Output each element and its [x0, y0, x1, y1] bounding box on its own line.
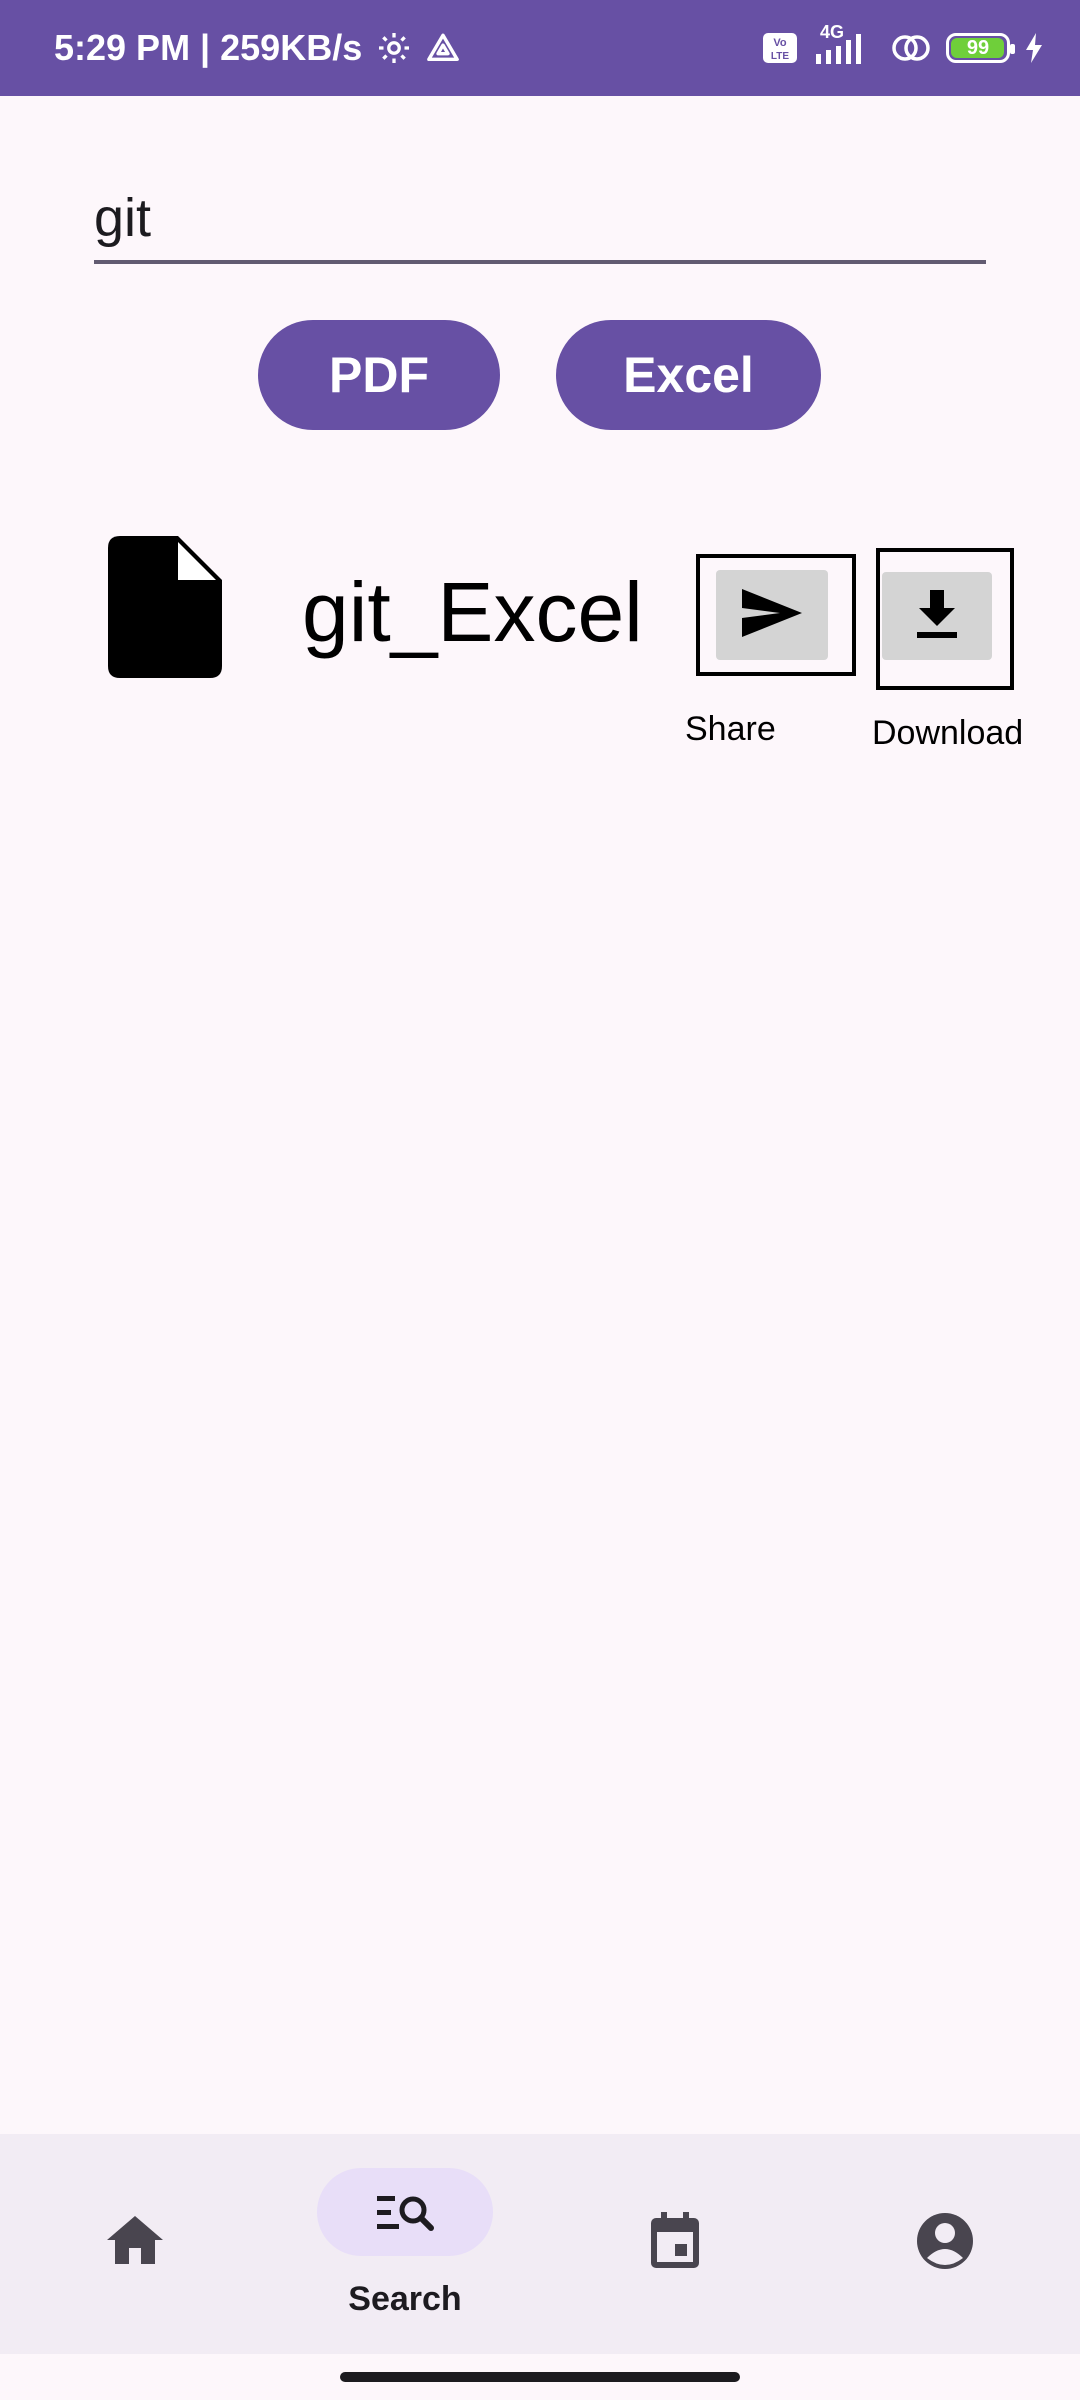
nav-item-search[interactable]: Search [270, 2134, 540, 2354]
battery-icon: 99 [946, 33, 1015, 63]
send-icon [740, 587, 804, 644]
battery-tip [1010, 44, 1015, 54]
drive-triangle-icon [426, 31, 460, 65]
nav-item-home[interactable] [0, 2134, 270, 2354]
nav-item-calendar[interactable] [540, 2134, 810, 2354]
svg-text:Vo: Vo [773, 37, 787, 49]
battery-level: 99 [966, 36, 990, 59]
status-left: 5:29 PM | 259KB/s [54, 0, 460, 96]
excel-filter-button[interactable]: Excel [556, 320, 821, 430]
search-field[interactable] [94, 176, 986, 264]
svg-text:LTE: LTE [771, 51, 789, 62]
calendar-icon [649, 2212, 701, 2275]
signal-4g-icon: 4G [812, 22, 876, 66]
search-input[interactable] [94, 176, 986, 260]
share-button-surface[interactable] [716, 570, 828, 660]
share-button[interactable] [696, 554, 856, 676]
nav-item-account[interactable] [810, 2134, 1080, 2354]
search-list-icon [375, 2190, 435, 2239]
network-type-label: 4G [820, 22, 845, 42]
share-label: Share [685, 710, 776, 748]
download-icon [915, 588, 959, 645]
file-result-row: git_Excel Share Download [0, 520, 1080, 760]
hotspot-link-icon [890, 32, 932, 64]
status-right: Vo LTE 4G 99 [762, 0, 1044, 96]
download-button[interactable] [876, 548, 1014, 690]
account-circle-icon [916, 2212, 974, 2275]
download-button-surface[interactable] [882, 572, 992, 660]
status-time-speed: 5:29 PM | 259KB/s [54, 27, 363, 68]
pdf-filter-button[interactable]: PDF [258, 320, 500, 430]
home-indicator [340, 2372, 740, 2382]
settings-gear-icon [376, 30, 412, 66]
nav-label-search: Search [348, 2280, 462, 2318]
status-bar: 5:29 PM | 259KB/s Vo LTE 4G 99 [0, 0, 1080, 96]
download-label: Download [872, 714, 1024, 752]
home-icon [105, 2214, 165, 2271]
volte-icon: Vo LTE [762, 32, 798, 64]
file-icon [108, 536, 222, 678]
bottom-navigation: Search [0, 2134, 1080, 2354]
charging-bolt-icon [1024, 32, 1044, 64]
file-name: git_Excel [302, 565, 643, 659]
